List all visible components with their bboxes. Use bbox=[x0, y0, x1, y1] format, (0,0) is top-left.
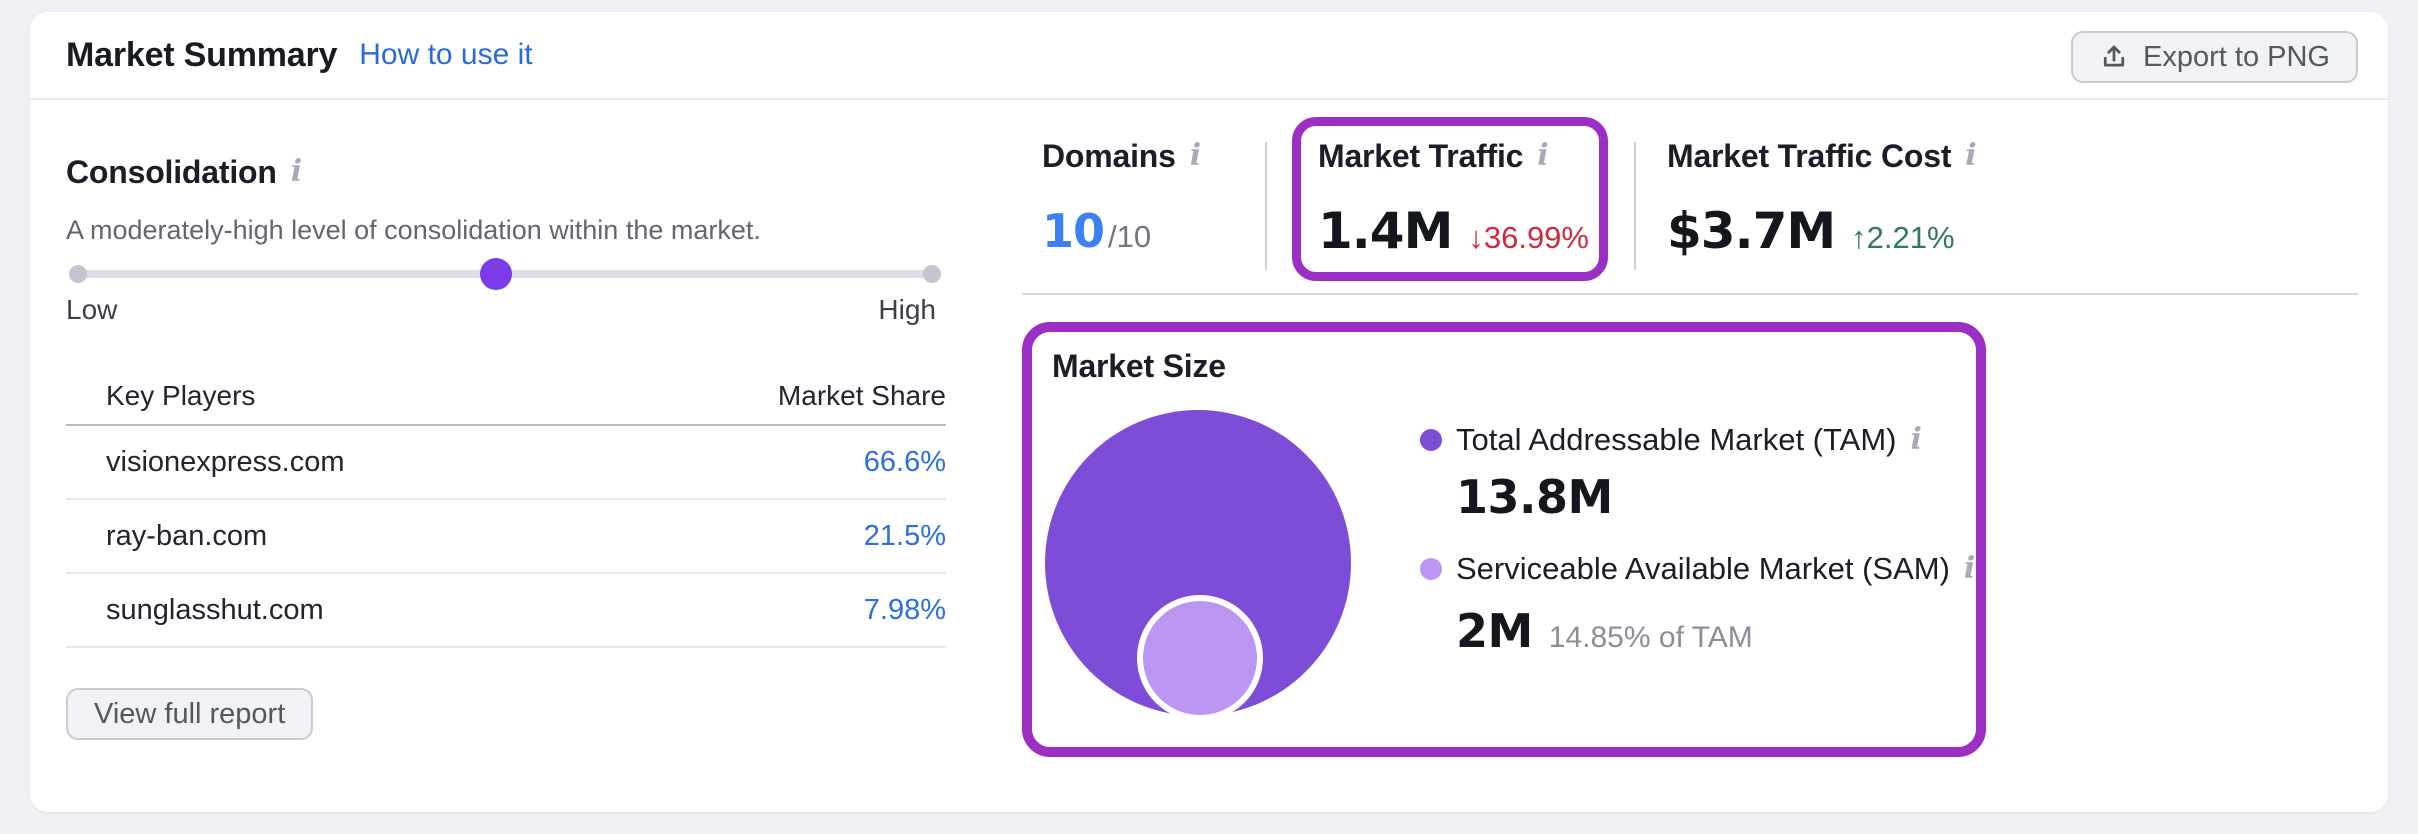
sam-legend-row: Serviceable Available Market (SAM) i bbox=[1420, 551, 1975, 587]
tam-legend-dot bbox=[1420, 429, 1442, 451]
page-background: { "header": { "title": "Market Summary",… bbox=[0, 0, 2418, 834]
kpi-divider bbox=[1634, 142, 1636, 270]
slider-labels: Low High bbox=[66, 292, 936, 328]
info-icon[interactable]: i bbox=[1190, 141, 1201, 171]
market-summary-card: Market Summary How to use it Export to P… bbox=[30, 12, 2388, 812]
table-row: ray-ban.com 21.5% bbox=[66, 500, 946, 574]
market-share-header: Market Share bbox=[778, 380, 946, 412]
how-to-use-link[interactable]: How to use it bbox=[359, 38, 532, 72]
sam-value: 2M bbox=[1456, 604, 1533, 658]
market-traffic-kpi: Market Traffic i 1.4M ↓36.99% bbox=[1318, 136, 1589, 267]
card-header: Market Summary How to use it Export to P… bbox=[30, 12, 2388, 100]
market-traffic-label: Market Traffic bbox=[1318, 136, 1523, 176]
key-players-table: Key Players Market Share visionexpress.c… bbox=[66, 368, 946, 648]
domains-total: /10 bbox=[1108, 208, 1151, 266]
domains-label: Domains bbox=[1042, 136, 1176, 176]
tam-legend-label: Total Addressable Market (TAM) bbox=[1456, 422, 1896, 458]
info-icon[interactable]: i bbox=[1964, 554, 1975, 584]
sam-legend-dot bbox=[1420, 558, 1442, 580]
slider-low-label: Low bbox=[66, 294, 117, 326]
consolidation-description: A moderately-high level of consolidation… bbox=[66, 214, 761, 246]
sam-share-of-tam: 14.85% of TAM bbox=[1549, 611, 1753, 665]
market-size-title-row: Market Size bbox=[1052, 346, 1226, 393]
domains-value: 10 bbox=[1042, 202, 1104, 260]
market-traffic-change: ↓36.99% bbox=[1468, 209, 1589, 267]
player-share-link[interactable]: 21.5% bbox=[864, 520, 946, 553]
table-header-row: Key Players Market Share bbox=[66, 368, 946, 426]
key-players-header: Key Players bbox=[106, 380, 255, 412]
market-size-section: Market Size Total Addressable Market (TA… bbox=[1022, 322, 1986, 757]
sam-legend-label: Serviceable Available Market (SAM) bbox=[1456, 551, 1950, 587]
export-button-label: Export to PNG bbox=[2143, 41, 2330, 74]
card-main: Consolidation i A moderately-high level … bbox=[30, 100, 2388, 812]
table-row: visionexpress.com 66.6% bbox=[66, 426, 946, 500]
export-to-png-button[interactable]: Export to PNG bbox=[2071, 31, 2358, 83]
slider-end-dot-low bbox=[69, 265, 87, 283]
player-domain: visionexpress.com bbox=[106, 446, 345, 479]
view-full-report-button[interactable]: View full report bbox=[66, 688, 313, 740]
kpi-divider bbox=[1265, 142, 1267, 270]
player-share-link[interactable]: 66.6% bbox=[864, 446, 946, 479]
tam-value: 13.8M bbox=[1456, 470, 1613, 524]
info-icon[interactable]: i bbox=[1965, 141, 1976, 171]
player-domain: ray-ban.com bbox=[106, 520, 267, 553]
info-icon[interactable]: i bbox=[1537, 141, 1548, 171]
slider-high-label: High bbox=[878, 294, 936, 326]
market-size-title: Market Size bbox=[1052, 348, 1226, 384]
market-traffic-cost-label: Market Traffic Cost bbox=[1667, 136, 1951, 176]
market-traffic-cost-change: ↑2.21% bbox=[1851, 209, 1954, 267]
tam-legend-row: Total Addressable Market (TAM) i bbox=[1420, 422, 1922, 458]
section-divider bbox=[1022, 293, 2358, 295]
market-traffic-cost-value: $3.7M bbox=[1667, 202, 1835, 260]
slider-end-dot-high bbox=[923, 265, 941, 283]
info-icon[interactable]: i bbox=[1910, 425, 1921, 455]
view-full-report-label: View full report bbox=[94, 698, 285, 731]
info-icon[interactable]: i bbox=[291, 157, 302, 187]
sam-bubble[interactable] bbox=[1137, 595, 1263, 721]
export-icon bbox=[2099, 42, 2129, 72]
consolidation-title-row: Consolidation i bbox=[66, 152, 302, 192]
player-domain: sunglasshut.com bbox=[106, 594, 324, 627]
domains-kpi: Domains i 10 /10 bbox=[1042, 136, 1201, 266]
consolidation-slider bbox=[75, 266, 935, 282]
player-share-link[interactable]: 7.98% bbox=[864, 594, 946, 627]
market-traffic-cost-kpi: Market Traffic Cost i $3.7M ↑2.21% bbox=[1667, 136, 1977, 267]
consolidation-title: Consolidation bbox=[66, 152, 277, 192]
page-title: Market Summary bbox=[66, 36, 337, 75]
table-row: sunglasshut.com 7.98% bbox=[66, 574, 946, 648]
consolidation-slider-thumb bbox=[480, 258, 512, 290]
market-traffic-value: 1.4M bbox=[1318, 202, 1452, 260]
